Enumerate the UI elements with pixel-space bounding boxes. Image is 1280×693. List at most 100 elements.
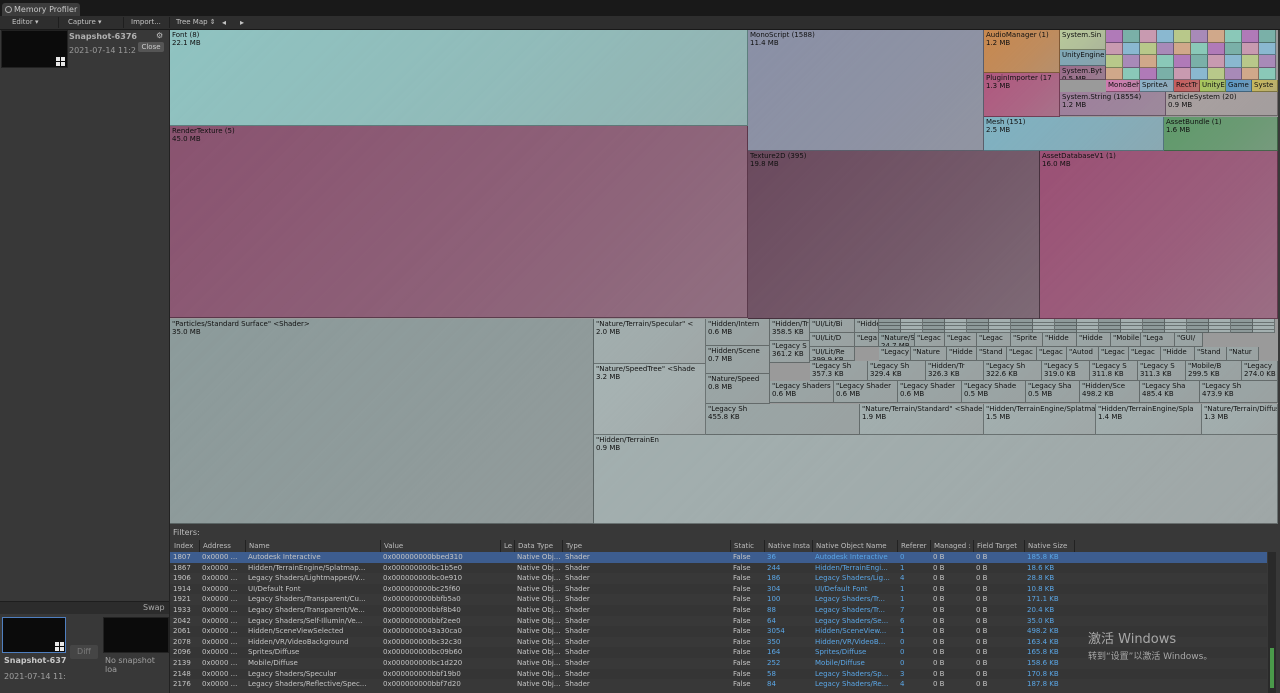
treemap-cell[interactable]: "Nature/SpeedTree8" <Shader>24.7 MB <box>879 333 915 347</box>
treemap-cell[interactable]: "UI/Lit/Bi <box>810 319 855 333</box>
treemap-cell[interactable]: "Nature/Terrain/Diffuse" <1.3 MB <box>1202 404 1278 435</box>
treemap-cell[interactable]: "Stand <box>1195 347 1227 361</box>
treemap-cell[interactable]: "Nature/SpeedTree" <Shade 3.2 MB <box>594 364 706 435</box>
small-object-cell[interactable] <box>1157 55 1174 68</box>
scrollbar-thumb[interactable] <box>1270 648 1274 688</box>
view-mode-dropdown[interactable]: Tree Map ⇕ <box>176 16 216 29</box>
gear-icon[interactable]: ⚙ <box>156 31 163 40</box>
treemap-cell[interactable]: SpriteA <box>1140 80 1174 92</box>
treemap-cell[interactable]: "Hidden/Intern 0.6 MB <box>706 319 770 346</box>
treemap-cell[interactable]: MonoBeh <box>1106 80 1140 92</box>
column-header[interactable]: Native Size <box>1025 540 1075 552</box>
treemap-cell[interactable]: RenderTexture (5) 45.0 MB <box>170 126 748 318</box>
small-object-cell[interactable] <box>1123 42 1140 55</box>
treemap-cell[interactable]: "Hidde <box>1043 333 1077 347</box>
treemap-cell[interactable]: "GUI/ <box>1175 333 1203 347</box>
small-object-cell[interactable] <box>1225 55 1242 68</box>
column-header[interactable]: Static <box>731 540 765 552</box>
treemap-cell[interactable]: "Legacy <box>879 347 911 361</box>
small-object-cell[interactable] <box>1157 67 1174 80</box>
treemap-cell[interactable]: "Hidden/Sce 498.2 KB <box>1080 381 1140 403</box>
column-header[interactable]: Referer <box>898 540 931 552</box>
treemap-cell[interactable]: PluginImporter (17 1.3 MB <box>984 73 1060 117</box>
small-object-cell[interactable] <box>1140 55 1157 68</box>
small-object-cell[interactable] <box>1191 30 1208 43</box>
small-object-cell[interactable] <box>1225 30 1242 43</box>
small-object-cell[interactable] <box>1191 42 1208 55</box>
treemap-cell[interactable]: "Legacy Sh 357.3 KB <box>810 361 868 381</box>
table-row[interactable]: 2042 0x0000 ... Legacy Shaders/Self-Illumi… <box>170 616 1267 627</box>
table-row[interactable]: 1867 0x0000 ... Hidden/TerrainEngine/Splat… <box>170 562 1267 574</box>
treemap-cell[interactable]: "Legacy S 361.2 KB <box>770 341 810 363</box>
treemap-cell[interactable]: "Natur <box>1227 347 1259 361</box>
treemap-cell[interactable]: "Hidde <box>947 347 977 361</box>
treemap-cell[interactable]: UnityE <box>1200 80 1226 92</box>
treemap-cell[interactable]: "Legac <box>1129 347 1161 361</box>
small-object-cell[interactable] <box>1259 42 1276 55</box>
column-header[interactable]: Le <box>501 540 515 552</box>
small-object-cell[interactable] <box>1140 67 1157 80</box>
treemap-cell[interactable]: System.Sin <box>1060 30 1106 50</box>
treemap-cell[interactable]: "Hidden/Scene 0.7 MB <box>706 346 770 374</box>
treemap-cell[interactable]: AssetBundle (1) 1.6 MB <box>1164 117 1278 151</box>
small-object-cell[interactable] <box>1231 329 1253 333</box>
treemap-cell[interactable]: "Legacy Shader 0.6 MB <box>834 381 898 403</box>
tree-map[interactable]: Font (8) 22.1 MB RenderTexture (5) 45.0 MB M… <box>170 30 1278 524</box>
treemap-cell[interactable]: "Legacy Sh 329.4 KB <box>868 361 926 381</box>
treemap-cell[interactable]: "Legac <box>977 333 1011 347</box>
treemap-cell[interactable]: "Particles/Standard Surface" <Shader> 35.… <box>170 319 594 524</box>
treemap-cell[interactable]: "Nature/Terrain/Standard" <Shader> 1.9 MB <box>860 404 984 435</box>
treemap-cell[interactable]: "Legac <box>1007 347 1037 361</box>
treemap-cell[interactable]: "Legacy S 311.8 KB <box>1090 361 1138 381</box>
treemap-cell[interactable]: "Legacy Sha 485.4 KB <box>1140 381 1200 403</box>
treemap-cell[interactable]: "Hidde <box>855 319 879 333</box>
small-object-cell[interactable] <box>1242 67 1259 80</box>
small-object-cell[interactable] <box>1208 42 1225 55</box>
treemap-cell[interactable]: "Hidden/Tr 326.3 KB <box>926 361 984 381</box>
small-object-cell[interactable] <box>1209 329 1231 333</box>
treemap-cell[interactable]: "Legac <box>1037 347 1067 361</box>
small-object-cell[interactable] <box>1106 42 1123 55</box>
close-snapshot-button[interactable]: Close <box>138 42 164 52</box>
small-object-cell[interactable] <box>1157 42 1174 55</box>
editor-dropdown[interactable]: Editor ▾ <box>12 16 38 29</box>
treemap-cell[interactable]: "Legacy 274.0 KB <box>1242 361 1278 381</box>
treemap-cell[interactable]: UnityEngine <box>1060 50 1106 66</box>
small-object-cell[interactable] <box>1174 30 1191 43</box>
treemap-cell[interactable]: Mesh (151) 2.5 MB <box>984 117 1164 151</box>
snapshot-a-thumbnail[interactable] <box>1 30 68 68</box>
treemap-cell[interactable]: ParticleSystem (20) 0.9 MB <box>1166 92 1278 116</box>
small-object-cell[interactable] <box>1208 67 1225 80</box>
treemap-cell[interactable]: RectTr <box>1174 80 1200 92</box>
back-button[interactable]: ◂ <box>222 16 226 29</box>
column-header[interactable]: Managed : <box>931 540 974 552</box>
treemap-cell[interactable]: "Legacy Sh 455.8 KB <box>706 404 860 435</box>
treemap-cell[interactable]: "Lega <box>855 333 879 347</box>
table-row[interactable]: 1933 0x0000 ... Legacy Shaders/Transparent… <box>170 605 1267 616</box>
treemap-cell[interactable]: "Nature <box>911 347 947 361</box>
empty-snapshot-slot[interactable] <box>103 617 169 653</box>
table-row[interactable]: 1807 0x0000 ... Autodesk Interactive 0x0000… <box>170 552 1267 563</box>
diff-button[interactable]: Diff <box>70 645 98 659</box>
swap-button[interactable]: Swap <box>143 603 165 612</box>
treemap-cell[interactable]: "Sprite <box>1011 333 1043 347</box>
small-object-cell[interactable] <box>1208 55 1225 68</box>
small-object-cell[interactable] <box>1191 67 1208 80</box>
treemap-cell[interactable]: "Nature/Terrain/Specular" <2.0 MB <box>594 319 706 364</box>
small-object-cell[interactable] <box>1225 67 1242 80</box>
snapshot-b-thumbnail[interactable] <box>2 617 66 653</box>
small-object-cell[interactable] <box>1191 55 1208 68</box>
treemap-cell[interactable]: Syste <box>1252 80 1278 92</box>
column-header[interactable]: Index <box>171 540 200 552</box>
treemap-cell[interactable]: MonoScript (1588) 11.4 MB <box>748 30 984 151</box>
table-row[interactable]: 2176 0x0000 ... Legacy Shaders/Reflective/… <box>170 679 1267 690</box>
treemap-cell[interactable]: AudioManager (1) 1.2 MB <box>984 30 1060 73</box>
table-row[interactable]: 1906 0x0000 ... Legacy Shaders/Lightmapped… <box>170 573 1267 584</box>
small-object-cell[interactable] <box>1140 42 1157 55</box>
treemap-cell[interactable]: "Nature/Speed 0.8 MB <box>706 374 770 404</box>
table-row[interactable]: 2148 0x0000 ... Legacy Shaders/Specular 0x0… <box>170 668 1267 680</box>
column-header[interactable]: Native Object Name <box>813 540 898 552</box>
treemap-cell[interactable]: "UI/Lit/D <box>810 333 855 347</box>
small-object-cell[interactable] <box>1259 55 1276 68</box>
column-header[interactable]: Native Insta <box>765 540 813 552</box>
